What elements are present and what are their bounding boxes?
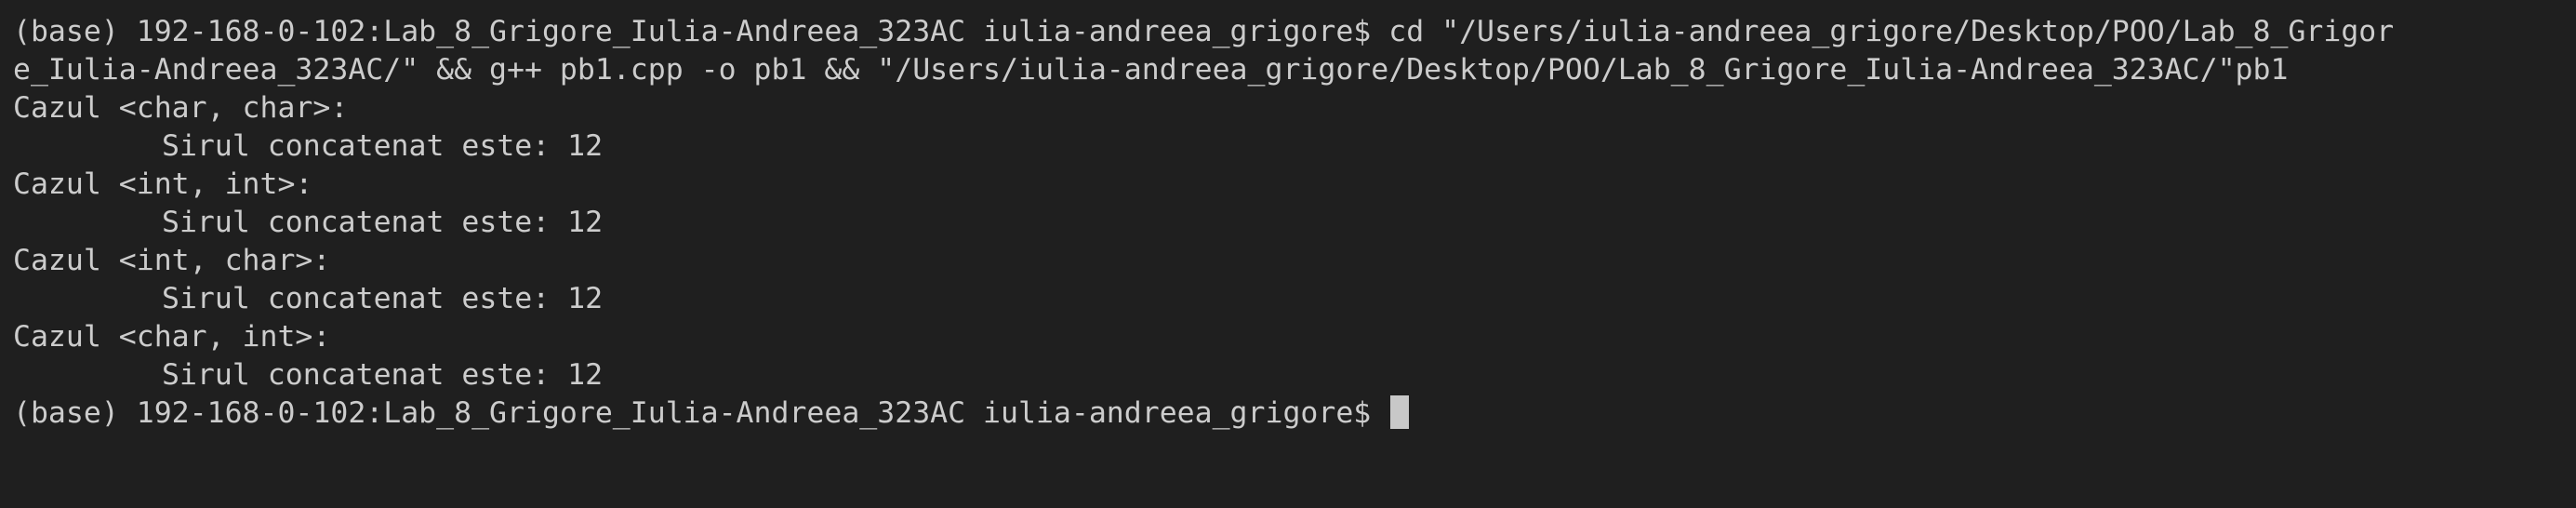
output-result-3: Sirul concatenat este: 12 [162, 282, 604, 315]
output-result-4: Sirul concatenat este: 12 [162, 358, 604, 392]
terminal-window[interactable]: (base) 192-168-0-102:Lab_8_Grigore_Iulia… [0, 0, 2576, 508]
output-case-char-char: Cazul <char, char>: [13, 91, 349, 125]
command-line-wrapped-end: e_Iulia-Andreea_323AC/" && g++ pb1.cpp -… [13, 53, 2289, 87]
output-case-char-int: Cazul <char, int>: [13, 320, 331, 354]
output-case-int-char: Cazul <int, char>: [13, 244, 331, 277]
cursor-block [1390, 395, 1410, 429]
output-case-int-int: Cazul <int, int>: [13, 167, 313, 201]
output-result-1: Sirul concatenat este: 12 [162, 129, 604, 163]
prompt-line[interactable]: (base) 192-168-0-102:Lab_8_Grigore_Iulia… [13, 394, 2576, 433]
output-result-2: Sirul concatenat este: 12 [162, 206, 604, 239]
prompt-text: (base) 192-168-0-102:Lab_8_Grigore_Iulia… [13, 396, 1389, 430]
command-line-wrapped-start: (base) 192-168-0-102:Lab_8_Grigore_Iulia… [13, 15, 2395, 48]
